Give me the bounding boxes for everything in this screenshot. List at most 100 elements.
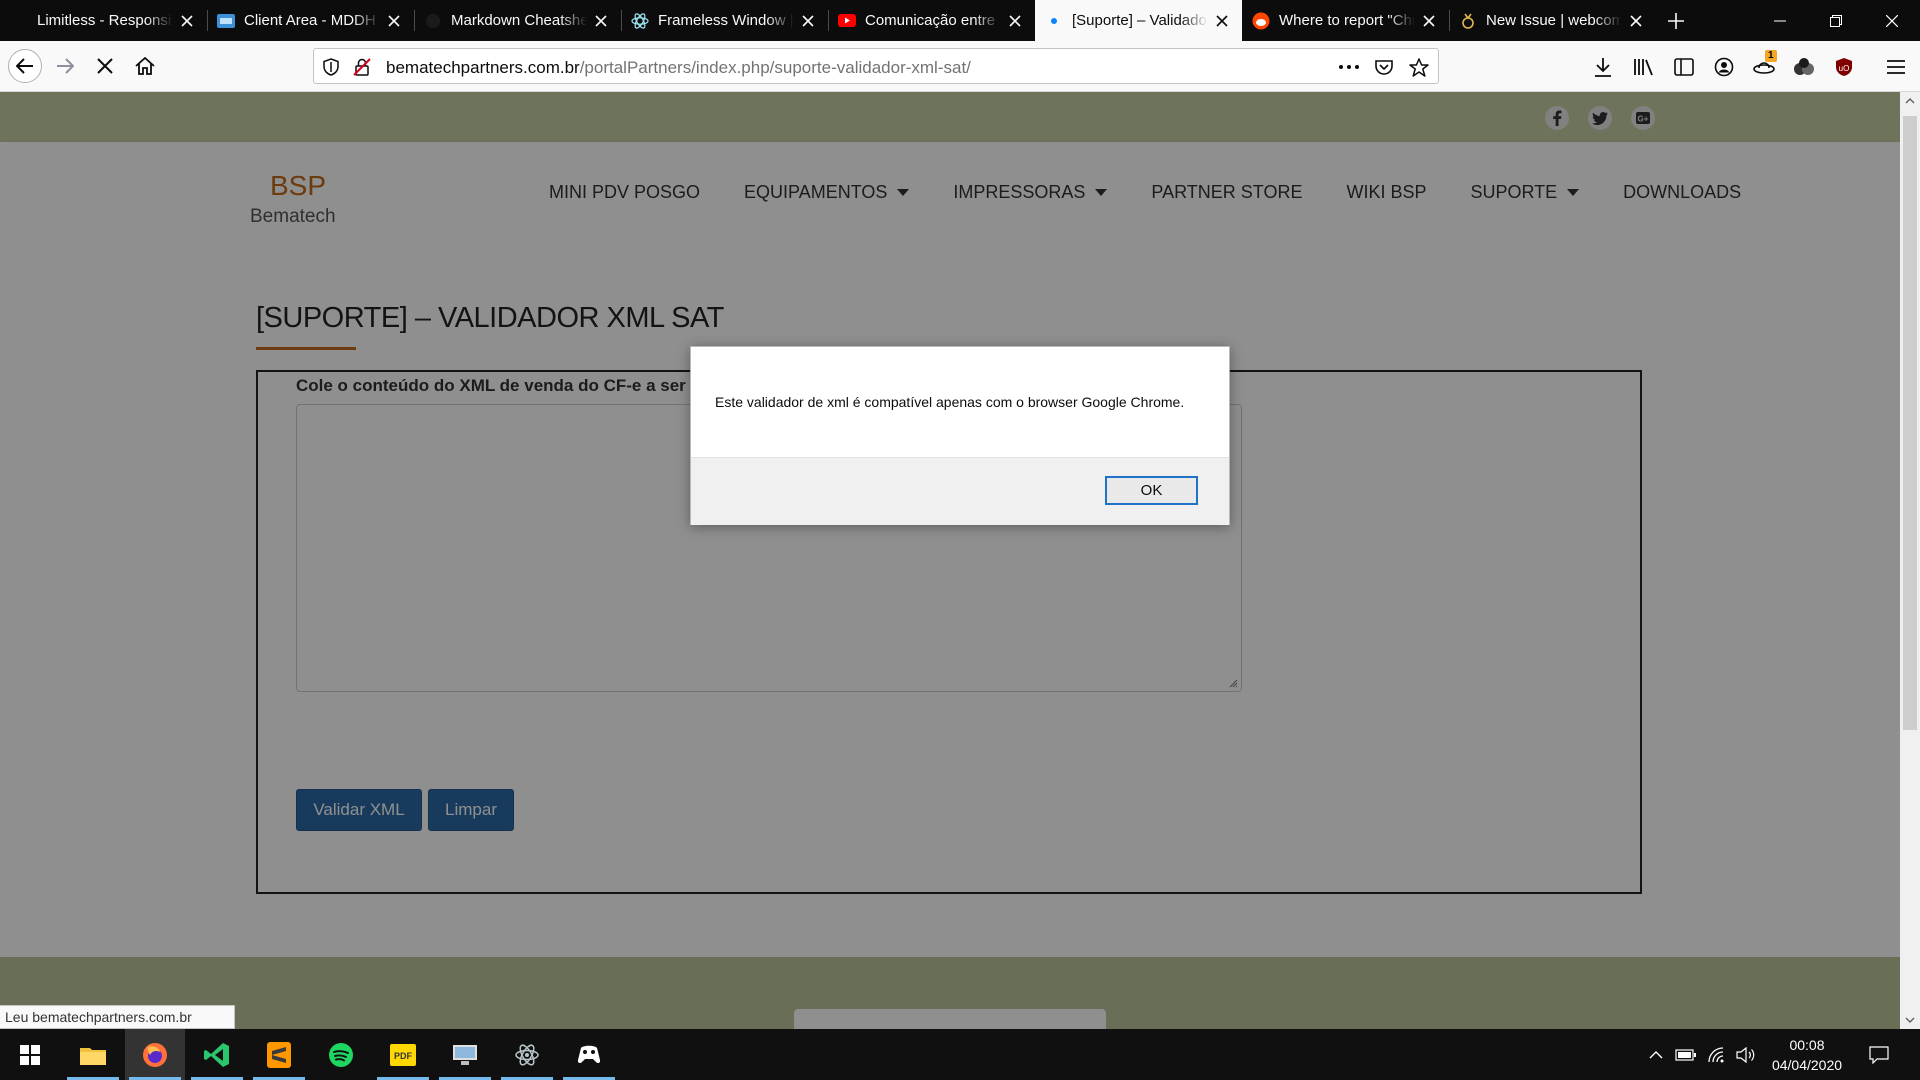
tab-title: Markdown Cheatsheet xyxy=(451,12,587,29)
restore-button[interactable] xyxy=(1808,0,1864,41)
pdf-reader-icon[interactable]: PDF xyxy=(373,1029,433,1080)
window-controls xyxy=(1752,0,1920,41)
insecure-lock-icon[interactable] xyxy=(352,57,372,77)
plus-icon xyxy=(1668,12,1684,29)
ublock-origin-icon[interactable]: uO xyxy=(1833,56,1855,78)
stop-button[interactable] xyxy=(88,49,122,83)
scrollbar-thumb[interactable] xyxy=(1903,116,1917,730)
wifi-icon[interactable] xyxy=(1705,1044,1727,1066)
page-viewport: G+ BSP Bematech MINI PDV POSGO EQUIPAMEN… xyxy=(0,92,1900,1029)
sublime-text-icon[interactable] xyxy=(249,1029,309,1080)
clock-date: 04/04/2020 xyxy=(1771,1057,1843,1073)
tab-title: Client Area - MDDH xyxy=(244,12,376,29)
client-area-icon xyxy=(217,12,235,30)
multi-account-containers-icon[interactable] xyxy=(1793,56,1815,78)
firefox-icon[interactable] xyxy=(125,1029,185,1080)
url-host: bematechpartners.com.br xyxy=(386,58,580,77)
tab-title: Frameless Window | Electron xyxy=(658,12,794,29)
url-text[interactable]: bematechpartners.com.br/portalPartners/i… xyxy=(386,58,971,78)
scroll-up-icon[interactable] xyxy=(1900,92,1920,110)
tab-title: [Suporte] – Validador xyxy=(1072,12,1208,29)
extension-badge: 1 xyxy=(1765,50,1777,62)
tab-limitless[interactable]: Limitless - Responsive W xyxy=(0,0,207,41)
library-icon[interactable] xyxy=(1633,56,1655,78)
tab-suporte-validador[interactable]: [Suporte] – Validador xyxy=(1035,0,1242,41)
bookmark-star-icon[interactable] xyxy=(1409,57,1429,77)
reddit-icon xyxy=(1252,12,1270,30)
loading-dot-icon xyxy=(1045,12,1063,30)
modal-overlay: Este validador de xml é compatível apena… xyxy=(0,92,1900,1029)
url-path: /portalPartners/index.php/suporte-valida… xyxy=(579,58,971,77)
close-icon xyxy=(1886,14,1898,27)
tracking-shield-icon[interactable] xyxy=(321,57,341,77)
clock-time: 00:08 xyxy=(1789,1037,1825,1053)
volume-icon[interactable] xyxy=(1735,1044,1757,1066)
close-icon[interactable] xyxy=(177,11,197,31)
generic-page-icon xyxy=(10,12,28,30)
close-icon[interactable] xyxy=(1212,11,1232,31)
back-button[interactable] xyxy=(8,49,42,83)
webcompat-icon xyxy=(1459,12,1477,30)
page-scrollbar[interactable] xyxy=(1900,92,1920,1029)
close-icon[interactable] xyxy=(1005,11,1025,31)
address-bar[interactable]: bematechpartners.com.br/portalPartners/i… xyxy=(313,48,1439,84)
close-icon[interactable] xyxy=(591,11,611,31)
close-icon[interactable] xyxy=(1419,11,1439,31)
minimize-icon xyxy=(1774,20,1786,21)
close-icon[interactable] xyxy=(384,11,404,31)
minimize-button[interactable] xyxy=(1752,0,1808,41)
close-icon[interactable] xyxy=(798,11,818,31)
forward-button[interactable] xyxy=(48,49,82,83)
page-actions-icon[interactable] xyxy=(1339,57,1359,77)
arrow-left-icon xyxy=(16,58,33,74)
ok-button[interactable]: OK xyxy=(1105,476,1198,505)
downloads-icon[interactable] xyxy=(1592,56,1614,78)
tab-where-to-report[interactable]: Where to report "Chrome xyxy=(1242,0,1449,41)
windows-taskbar: PDF 00:08 04/04/2020 xyxy=(0,1029,1920,1080)
dialog-message: Este validador de xml é compatível apena… xyxy=(715,394,1185,410)
battery-icon[interactable] xyxy=(1675,1044,1697,1066)
close-window-button[interactable] xyxy=(1864,0,1920,41)
electron-icon xyxy=(631,12,649,30)
tab-title: New Issue | webcompat xyxy=(1486,12,1622,29)
home-icon xyxy=(135,57,155,75)
tab-new-issue[interactable]: New Issue | webcompat xyxy=(1449,0,1656,41)
tab-title: Comunicação entre xyxy=(865,12,996,29)
hamburger-menu-icon[interactable] xyxy=(1885,56,1907,78)
file-explorer-icon[interactable] xyxy=(63,1029,123,1080)
extension-ufo-icon[interactable]: 1 xyxy=(1753,50,1777,78)
tab-frameless-window[interactable]: Frameless Window | Electron xyxy=(621,0,828,41)
game-controller-icon[interactable] xyxy=(559,1029,619,1080)
tab-title: Limitless - Responsive W xyxy=(37,12,173,29)
tab-strip: Limitless - Responsive W Client Area - M… xyxy=(0,0,1920,41)
github-icon xyxy=(424,12,442,30)
tab-markdown-cheatsheet[interactable]: Markdown Cheatsheet xyxy=(414,0,621,41)
visual-studio-icon[interactable] xyxy=(187,1029,247,1080)
stop-icon xyxy=(97,58,113,74)
sidebar-icon[interactable] xyxy=(1673,56,1695,78)
youtube-icon xyxy=(838,12,856,30)
status-bar: Leu bematechpartners.com.br xyxy=(0,1005,235,1029)
scroll-down-icon[interactable] xyxy=(1900,1011,1920,1029)
arrow-right-icon xyxy=(57,58,74,74)
restore-icon xyxy=(1830,14,1842,27)
account-icon[interactable] xyxy=(1713,56,1735,78)
notifications-icon[interactable] xyxy=(1868,1044,1890,1066)
tab-title: Where to report "Chrome xyxy=(1279,12,1415,29)
system-clock[interactable]: 00:08 04/04/2020 xyxy=(1762,1035,1852,1075)
svg-text:PDF: PDF xyxy=(394,1051,413,1061)
electron-icon[interactable] xyxy=(497,1029,557,1080)
remote-desktop-icon[interactable] xyxy=(435,1029,495,1080)
close-icon[interactable] xyxy=(1626,11,1646,31)
new-tab-button[interactable] xyxy=(1656,0,1696,41)
chevron-up-icon[interactable] xyxy=(1645,1044,1667,1066)
home-button[interactable] xyxy=(128,49,162,83)
windows-start-icon[interactable] xyxy=(0,1029,60,1080)
alert-dialog: Este validador de xml é compatível apena… xyxy=(690,346,1230,525)
navigation-toolbar: bematechpartners.com.br/portalPartners/i… xyxy=(0,41,1920,92)
dialog-footer: OK xyxy=(691,457,1229,525)
tab-client-area[interactable]: Client Area - MDDH xyxy=(207,0,414,41)
pocket-icon[interactable] xyxy=(1374,57,1394,77)
spotify-icon[interactable] xyxy=(311,1029,371,1080)
tab-comunicacao[interactable]: Comunicação entre xyxy=(828,0,1035,41)
